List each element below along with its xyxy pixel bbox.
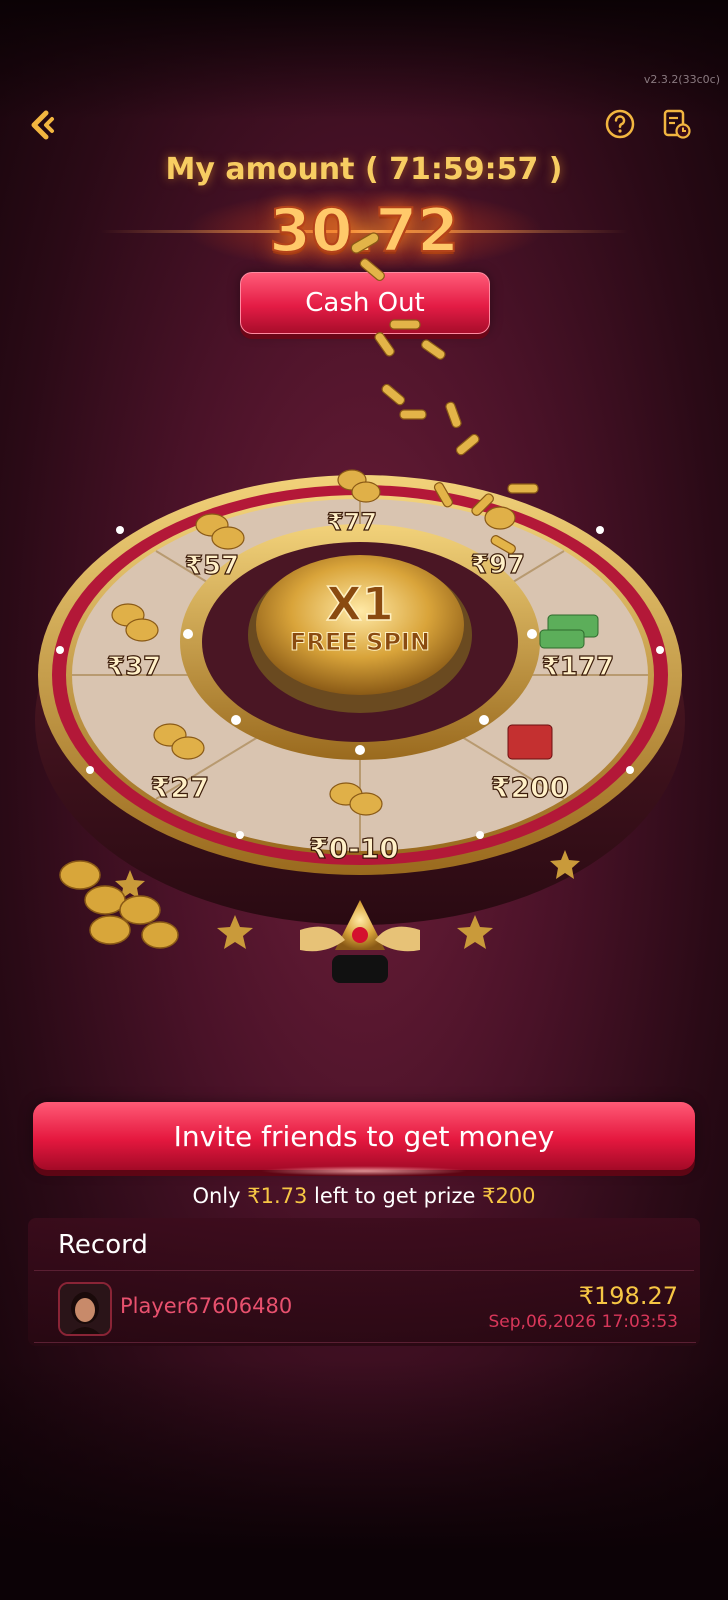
prize-progress-text: Only ₹1.73 left to get prize ₹200 [0, 1184, 728, 1208]
question-icon [605, 109, 635, 139]
wheel-segment-label: ₹200 [491, 771, 569, 804]
record-divider [34, 1270, 694, 1271]
invite-friends-button[interactable]: Invite friends to get money [33, 1102, 695, 1170]
player-avatar [58, 1282, 112, 1336]
wheel-segment-label: ₹97 [471, 550, 525, 580]
wheel-segment-label: ₹177 [542, 652, 614, 682]
amount-value: 30.72 [268, 195, 460, 267]
my-amount-label: My amount ( 71:59:57 ) [165, 152, 563, 187]
help-button[interactable] [604, 108, 636, 140]
history-button[interactable] [660, 108, 692, 140]
back-button[interactable] [26, 105, 66, 145]
record-amount: ₹198.27 [578, 1282, 678, 1310]
record-title: Record [58, 1230, 148, 1260]
bottom-fade [0, 1360, 728, 1600]
wheel-segment-label: ₹77 [327, 508, 377, 536]
version-label: v2.3.2(33c0c) [643, 73, 720, 86]
wheel-multiplier: X1 [326, 577, 393, 631]
wheel-segment-label: ₹0-10 [309, 832, 399, 865]
wheel-segment-label: ₹57 [185, 551, 239, 581]
invite-button-glow [260, 1166, 468, 1176]
player-name: Player67606480 [120, 1294, 293, 1318]
prize-middle: left to get prize [314, 1184, 476, 1208]
prize-prefix: Only [192, 1184, 241, 1208]
wheel-segment-label: ₹37 [107, 652, 161, 682]
wheel-free-spin: FREE SPIN [290, 628, 430, 656]
prize-target: ₹200 [482, 1184, 536, 1208]
record-bottom-divider [34, 1342, 696, 1343]
cash-out-button[interactable]: Cash Out [240, 272, 490, 334]
history-doc-icon [663, 109, 691, 139]
record-panel: Record Player67606480 ₹198.27 Sep,06,202… [28, 1218, 700, 1346]
wheel-segment-label: ₹27 [151, 771, 209, 804]
top-fade [0, 0, 728, 120]
back-arrow-icon [31, 110, 54, 140]
prize-wheel: X1 FREE SPIN ₹77 ₹97 ₹177 ₹200 ₹0-10 ₹27 ₹37 ₹5… [0, 430, 728, 1010]
prize-remaining: ₹1.73 [247, 1184, 308, 1208]
record-row: Player67606480 ₹198.27 Sep,06,2026 17:03… [28, 1272, 700, 1344]
record-time: Sep,06,2026 17:03:53 [488, 1312, 679, 1332]
